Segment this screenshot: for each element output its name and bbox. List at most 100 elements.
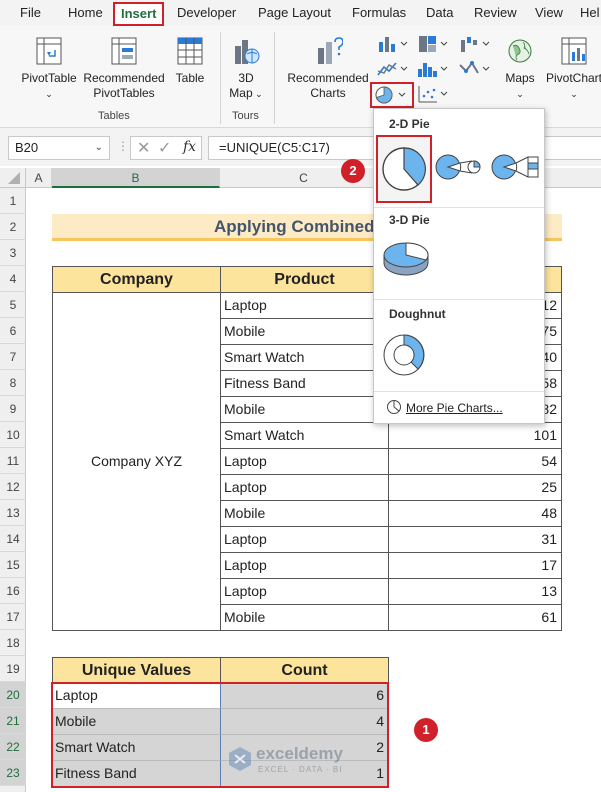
value-cell[interactable]: 61 [388,604,562,631]
row-header[interactable]: 11 [0,448,26,474]
3d-map-label-1: 3D [238,71,254,85]
row-header[interactable]: 23 [0,760,26,786]
row-header[interactable]: 7 [0,344,26,370]
insert-function-icon[interactable]: fx [183,139,196,155]
product-cell[interactable]: Mobile [220,318,389,345]
recommended-charts-button[interactable]: Recommended Charts [282,36,374,101]
row-header[interactable]: 4 [0,266,26,292]
company-name: Company XYZ [90,453,183,469]
row-header[interactable]: 5 [0,292,26,318]
product-cell[interactable]: Laptop [220,474,389,501]
row-header[interactable]: 10 [0,422,26,448]
doughnut-option[interactable] [380,331,428,382]
row-header[interactable]: 3 [0,240,26,266]
line-chart-icon[interactable] [376,59,410,79]
drag-handle-icon[interactable]: ⋮ [117,139,129,153]
row-header[interactable]: 16 [0,578,26,604]
menu-developer[interactable]: Developer [177,0,236,26]
enter-check-icon[interactable]: ✓ [158,138,171,158]
row-header[interactable]: 15 [0,552,26,578]
row-header[interactable]: 13 [0,500,26,526]
menu-view[interactable]: View [535,0,563,26]
column-header-b[interactable]: B [52,168,220,188]
row-header[interactable]: 8 [0,370,26,396]
table-button[interactable]: Table [170,36,210,86]
row-header[interactable]: 2 [0,214,26,240]
menu-data[interactable]: Data [426,0,453,26]
menu-formulas[interactable]: Formulas [352,0,406,26]
value-cell[interactable]: 13 [388,578,562,605]
product-cell[interactable]: Smart Watch [220,344,389,371]
3d-map-button[interactable]: 3D Map ⌄ [226,36,266,102]
header-company[interactable]: Company [52,266,221,293]
pivotchart-button[interactable]: PivotChart ⌄ [544,36,601,102]
column-header-a[interactable]: A [26,168,52,188]
row-header[interactable]: 19 [0,656,26,682]
menu-file[interactable]: File [20,0,41,26]
value-cell[interactable]: 17 [388,552,562,579]
header-unique-values[interactable]: Unique Values [52,657,221,684]
value-cell[interactable]: 54 [388,448,562,475]
3d-map-label-2: Map [229,86,253,100]
scatter-chart-icon[interactable] [416,84,450,104]
select-all-icon [8,172,20,184]
company-merged-cell[interactable]: Company XYZ [52,292,221,631]
product-cell[interactable]: Mobile [220,396,389,423]
value-cell[interactable]: 101 [388,422,562,449]
menu-home[interactable]: Home [68,0,103,26]
more-pie-charts-link[interactable]: More Pie Charts... [386,399,503,415]
value-cell[interactable]: 25 [388,474,562,501]
name-box[interactable]: B20 ⌄ [8,136,110,160]
product-cell[interactable]: Mobile [220,604,389,631]
product-cell[interactable]: Laptop [220,578,389,605]
cancel-icon[interactable]: ✕ [137,138,150,158]
product-cell[interactable]: Laptop [220,526,389,553]
row-header[interactable]: 1 [0,188,26,214]
row-header[interactable]: 17 [0,604,26,630]
bar-of-pie-option[interactable] [490,149,540,188]
menu-separator [374,299,544,300]
pivotchart-icon [561,37,587,65]
pivottable-button[interactable]: PivotTable ⌄ [18,36,80,102]
menu-page-layout[interactable]: Page Layout [258,0,331,26]
pie-of-pie-option[interactable] [434,149,484,188]
row-header[interactable]: 12 [0,474,26,500]
header-count[interactable]: Count [220,657,389,684]
row-header[interactable]: 18 [0,630,26,656]
row-header[interactable]: 14 [0,526,26,552]
recommended-charts-icon [318,37,343,64]
row-header[interactable]: 20 [0,682,26,708]
recommended-pivottables-button[interactable]: Recommended PivotTables [82,36,166,101]
section-3d-pie: 3-D Pie [389,213,430,227]
row-header[interactable]: 22 [0,734,26,760]
row-header[interactable]: 9 [0,396,26,422]
combo-chart-icon[interactable] [458,59,492,79]
pie-2d-option[interactable] [376,135,432,203]
select-all-corner[interactable] [0,168,26,188]
value-cell[interactable]: 31 [388,526,562,553]
product-cell[interactable]: Laptop [220,448,389,475]
product-cell[interactable]: Laptop [220,292,389,319]
hierarchy-chart-icon[interactable] [416,34,450,54]
product-cell[interactable]: Fitness Band [220,370,389,397]
pivotchart-label: PivotChart [545,71,601,85]
menu-review[interactable]: Review [474,0,517,26]
column-chart-icon[interactable] [376,34,410,54]
more-pie-charts-label: More Pie Charts... [406,401,503,415]
waterfall-chart-icon[interactable] [458,34,492,54]
row-header[interactable]: 21 [0,708,26,734]
header-product[interactable]: Product [220,266,389,293]
row-header[interactable]: 6 [0,318,26,344]
menu-insert[interactable]: Insert [113,2,165,26]
statistic-chart-icon[interactable] [416,59,450,79]
pie-chart-button[interactable] [370,82,414,108]
product-cell[interactable]: Smart Watch [220,422,389,449]
pie-3d-option[interactable] [380,233,432,286]
chevron-down-icon[interactable]: ⌄ [95,137,103,159]
maps-button[interactable]: Maps ⌄ [500,36,540,102]
product-cell[interactable]: Mobile [220,500,389,527]
menu-help[interactable]: Hel [580,0,600,26]
value-cell[interactable]: 48 [388,500,562,527]
product-cell[interactable]: Laptop [220,552,389,579]
exceldemy-logo-icon [229,747,251,771]
